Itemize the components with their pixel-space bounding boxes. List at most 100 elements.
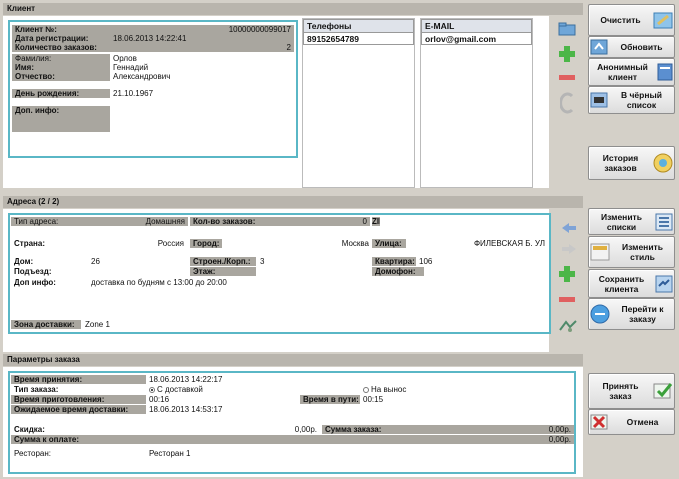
accepted-time-label: Время принятия: bbox=[11, 375, 146, 384]
phones-header[interactable]: Телефоны bbox=[303, 19, 414, 33]
style-icon bbox=[590, 243, 610, 261]
add-icon[interactable] bbox=[558, 45, 576, 65]
save-client-button[interactable]: Сохранить клиента bbox=[588, 269, 675, 298]
blacklist-button[interactable]: В чёрный список bbox=[588, 86, 675, 114]
delivery-zone-label: Зона доставки: bbox=[11, 320, 81, 329]
city-label: Город: bbox=[190, 239, 222, 248]
orders-count-label: Кол-во заказов: 0 bbox=[190, 217, 370, 226]
client-field-row: Количество заказов: 2 bbox=[12, 43, 294, 52]
extra-info-value[interactable]: доставка по будням с 13:00 до 20:00 bbox=[88, 278, 308, 287]
cancel-icon bbox=[590, 414, 608, 430]
client-field-label: Отчество: bbox=[12, 72, 110, 81]
remove-address-icon[interactable] bbox=[558, 296, 576, 306]
address-type-label: Тип адреса: Домашняя bbox=[11, 217, 188, 226]
radio-icon[interactable] bbox=[363, 387, 369, 393]
email-header[interactable]: E-MAIL bbox=[421, 19, 532, 33]
accept-icon bbox=[653, 383, 673, 399]
folder-open-icon[interactable] bbox=[558, 22, 576, 38]
apartment-label: Квартира: bbox=[372, 257, 416, 266]
client-field-label: Дата регистрации: bbox=[12, 34, 110, 43]
order-history-button[interactable]: История заказов bbox=[588, 146, 675, 180]
radio-pickup[interactable]: На вынос bbox=[360, 385, 440, 394]
phone-cell[interactable]: 89152654789 bbox=[303, 32, 414, 45]
accepted-time-value[interactable]: 18.06.2013 14:22:17 bbox=[146, 375, 296, 384]
street-label: Улица: bbox=[372, 239, 406, 248]
remove-icon[interactable] bbox=[558, 74, 576, 84]
radio-icon[interactable] bbox=[149, 387, 155, 393]
order-section-header: Параметры заказа bbox=[3, 354, 583, 366]
discount-row: Скидка: 0,00р. bbox=[14, 425, 317, 434]
client-field-label: Доп. инфо: bbox=[12, 106, 110, 132]
anonymous-icon bbox=[657, 63, 673, 81]
house-label: Дом: 26 bbox=[14, 257, 100, 266]
save-icon bbox=[655, 275, 673, 292]
phones-table[interactable]: Телефоны 89152654789 bbox=[302, 18, 415, 188]
order-sum-row: Сумма заказа: 0,00р. bbox=[322, 425, 574, 434]
floor-label: Этаж: bbox=[190, 267, 256, 276]
client-field-value[interactable]: Александрович bbox=[110, 72, 294, 81]
client-field-label: Фамилия: bbox=[12, 54, 110, 63]
client-field-value[interactable] bbox=[110, 106, 294, 132]
refresh-icon[interactable] bbox=[559, 92, 576, 116]
update-button[interactable]: Обновить bbox=[588, 36, 675, 58]
history-icon bbox=[653, 153, 673, 173]
addresses-section-header: Адреса (2 / 2) bbox=[3, 196, 583, 208]
order-type-label: Тип заказа: bbox=[14, 385, 59, 394]
client-field-label: День рождения: bbox=[12, 89, 110, 98]
update-icon bbox=[590, 39, 608, 55]
email-cell[interactable]: orlov@gmail.com bbox=[421, 32, 532, 45]
client-field-row: Имя: Геннадий bbox=[12, 63, 294, 72]
emails-table[interactable]: E-MAIL orlov@gmail.com bbox=[420, 18, 533, 188]
change-style-button[interactable]: Изменить стиль bbox=[588, 236, 675, 268]
extra-info-label: Доп инфо: bbox=[14, 278, 56, 287]
building-label: Строен./Корп.: bbox=[190, 257, 256, 266]
clear-button[interactable]: Очистить bbox=[588, 4, 675, 36]
change-lists-button[interactable]: Изменить списки bbox=[588, 208, 675, 235]
restaurant-value[interactable]: Ресторан 1 bbox=[146, 449, 296, 458]
lists-icon bbox=[655, 213, 673, 230]
accept-order-button[interactable]: Принять заказ bbox=[588, 373, 675, 409]
goto-order-icon bbox=[590, 304, 610, 324]
client-field-row: Дата регистрации: 18.06.2013 14:22:41 bbox=[12, 34, 294, 43]
client-field-label: Имя: bbox=[12, 63, 110, 72]
expected-time-value[interactable]: 18.06.2013 14:53:17 bbox=[146, 405, 296, 414]
travel-time-label: Время в пути: bbox=[300, 395, 360, 404]
client-field-value[interactable]: 10000000099017 bbox=[110, 25, 294, 34]
client-section-header: Клиент bbox=[3, 3, 583, 15]
to-pay-row: Сумма к оплате: 0,00р. bbox=[11, 435, 574, 444]
client-field-label: Количество заказов: bbox=[12, 43, 110, 52]
client-field-label: Клиент №: bbox=[12, 25, 110, 34]
radio-delivery[interactable]: С доставкой bbox=[146, 385, 246, 394]
street-value[interactable]: ФИЛЕВСКАЯ Б. УЛ bbox=[406, 239, 548, 248]
zip-label: ZIP: bbox=[372, 217, 380, 226]
blacklist-icon bbox=[590, 92, 608, 108]
arrow-left-icon[interactable] bbox=[561, 222, 577, 236]
prep-time-value[interactable]: 00:16 bbox=[146, 395, 206, 404]
order-box: Время принятия: 18.06.2013 14:22:17 Тип … bbox=[8, 371, 576, 474]
address-box: Тип адреса:Домашняя Кол-во заказов:0 ZIP… bbox=[8, 213, 551, 334]
arrow-right-icon[interactable] bbox=[561, 243, 577, 257]
client-field-row: Клиент №: 10000000099017 bbox=[12, 25, 294, 34]
country-label: Страна: Россия bbox=[14, 239, 184, 248]
client-field-value[interactable]: Геннадий bbox=[110, 63, 294, 72]
client-field-value[interactable]: 21.10.1967 bbox=[110, 89, 294, 98]
city-value[interactable]: Москва bbox=[222, 239, 372, 248]
prep-time-label: Время приготовления: bbox=[11, 395, 146, 404]
client-field-value[interactable]: Орлов bbox=[110, 54, 294, 63]
add-address-icon[interactable] bbox=[558, 265, 576, 285]
travel-time-value[interactable]: 00:15 bbox=[360, 395, 420, 404]
client-field-row: Отчество: Александрович bbox=[12, 72, 294, 81]
client-field-value[interactable]: 2 bbox=[110, 43, 294, 52]
anonymous-client-button[interactable]: Анонимный клиент bbox=[588, 58, 675, 86]
client-field-value[interactable]: 18.06.2013 14:22:41 bbox=[110, 34, 294, 43]
intercom-label: Домофон: bbox=[372, 267, 424, 276]
client-info-box: Клиент №: 10000000099017 Дата регистрации:… bbox=[8, 20, 298, 158]
cancel-button[interactable]: Отмена bbox=[588, 409, 675, 435]
restaurant-label: Ресторан: bbox=[14, 449, 51, 458]
delivery-zone-value[interactable]: Zone 1 bbox=[82, 320, 162, 329]
goto-order-button[interactable]: Перейти к заказу bbox=[588, 298, 675, 330]
client-field-row: Доп. инфо: bbox=[12, 106, 294, 132]
building-value[interactable]: 3 bbox=[257, 257, 287, 266]
map-icon[interactable] bbox=[558, 318, 578, 336]
apartment-value[interactable]: 106 bbox=[416, 257, 446, 266]
